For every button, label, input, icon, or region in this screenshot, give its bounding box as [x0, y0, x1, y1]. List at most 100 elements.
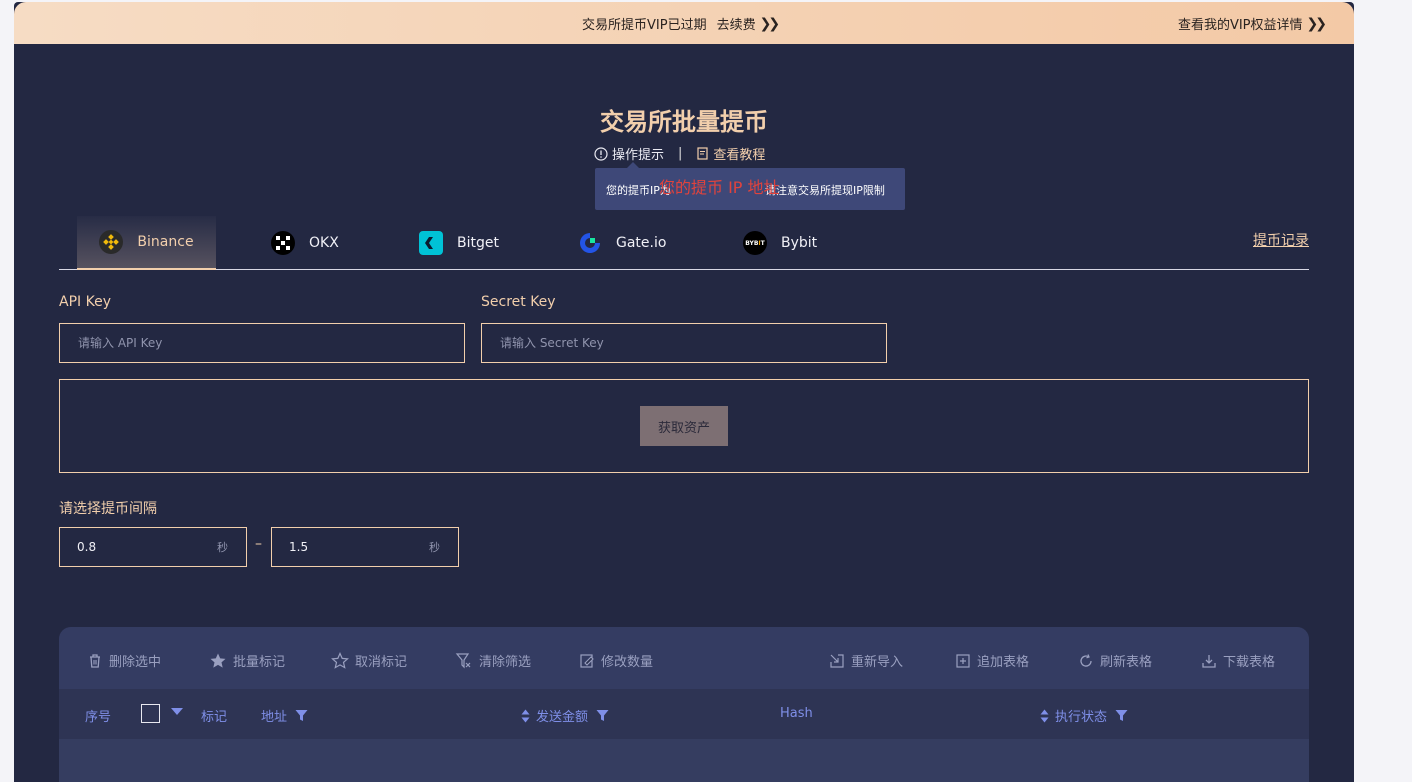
interval-max-value[interactable]: 1.5 [289, 540, 308, 554]
caret-down-icon[interactable] [170, 707, 184, 717]
tab-bitget[interactable]: Bitget [419, 216, 499, 270]
tab-binance-label[interactable]: Binance [137, 234, 193, 250]
unmark-label[interactable]: 取消标记 [355, 651, 407, 670]
header-index: 序号 [85, 710, 112, 725]
secret-key-label: Secret Key [481, 294, 556, 310]
withdraw-table: 删除选中 批量标记 取消标记 清除筛选 修改数量 重新导入 追加表格 刷新表格 … [59, 627, 1309, 782]
header-address-label: 地址 [261, 710, 288, 725]
tab-okx-label[interactable]: OKX [309, 235, 339, 251]
bitget-icon [419, 231, 443, 255]
binance-icon [99, 230, 124, 254]
asset-panel: 获取资产 [59, 379, 1309, 473]
delete-selected-button[interactable]: 删除选中 [87, 651, 161, 670]
header-address: 地址 [261, 706, 308, 725]
renew-link[interactable]: 去续费 ❯❯ [717, 14, 781, 34]
filter-clear-icon [455, 652, 471, 668]
download-table-label[interactable]: 下载表格 [1223, 651, 1275, 670]
sort-icon[interactable] [1040, 709, 1049, 723]
api-key-label: API Key [59, 294, 111, 310]
header-amount: 发送金额 [521, 706, 609, 725]
operation-hint-label[interactable]: 操作提示 [612, 144, 664, 163]
vip-banner: 交易所提币VIP已过期 去续费 ❯❯ 查看我的VIP权益详情 ❯❯ [14, 2, 1354, 44]
table-header: 序号 标记 地址 发送金额 Hash 执行状态 [59, 689, 1309, 739]
star-filled-icon [210, 653, 226, 668]
interval-label: 请选择提币间隔 [59, 501, 157, 517]
batch-mark-label[interactable]: 批量标记 [233, 651, 285, 670]
vip-expired-notice: 交易所提币VIP已过期 去续费 ❯❯ [582, 14, 781, 34]
tab-bitget-label[interactable]: Bitget [457, 235, 499, 251]
tab-bybit[interactable]: BYB I T Bybit [743, 216, 817, 270]
vip-rights-label[interactable]: 查看我的VIP权益详情 [1178, 14, 1303, 33]
bybit-icon: BYB I T [743, 231, 767, 255]
exchange-tabs: Binance OKX Bitget Gate.io BYB I T Bybit 提… [59, 216, 1309, 270]
refresh-table-label[interactable]: 刷新表格 [1100, 651, 1152, 670]
filter-icon[interactable] [1115, 709, 1128, 722]
star-outline-icon [331, 651, 349, 669]
append-table-button[interactable]: 追加表格 [955, 651, 1029, 670]
header-status: 执行状态 [1040, 706, 1128, 725]
header-mark: 标记 [201, 710, 228, 725]
add-square-icon [956, 653, 970, 668]
import-icon [830, 653, 844, 668]
sub-links: 操作提示 | 查看教程 [594, 144, 765, 163]
modify-amount-button[interactable]: 修改数量 [579, 651, 653, 670]
table-toolbar: 删除选中 批量标记 取消标记 清除筛选 修改数量 重新导入 追加表格 刷新表格 … [59, 627, 1309, 689]
modify-amount-label[interactable]: 修改数量 [601, 651, 653, 670]
sort-icon[interactable] [521, 709, 530, 723]
batch-mark-button[interactable]: 批量标记 [209, 651, 285, 670]
header-hash: Hash [780, 706, 813, 721]
interval-max-unit: 秒 [429, 541, 440, 554]
interval-min-input[interactable]: 0.8 秒 [59, 527, 247, 567]
edit-icon [580, 653, 594, 668]
app-window: 交易所提币VIP已过期 去续费 ❯❯ 查看我的VIP权益详情 ❯❯ 交易所批量提… [14, 2, 1354, 782]
renew-link-label[interactable]: 去续费 [717, 14, 756, 33]
page-title: 交易所批量提币 [600, 108, 768, 136]
withdraw-record-link[interactable]: 提币记录 [1253, 230, 1309, 250]
interval-max-input[interactable]: 1.5 秒 [271, 527, 459, 567]
unmark-button[interactable]: 取消标记 [331, 651, 407, 670]
tab-okx[interactable]: OKX [271, 216, 339, 270]
tutorial-label[interactable]: 查看教程 [713, 144, 765, 163]
tutorial-link[interactable]: 查看教程 [696, 144, 765, 163]
divider: | [678, 146, 683, 161]
document-icon [697, 147, 709, 160]
refresh-table-button[interactable]: 刷新表格 [1078, 651, 1152, 670]
download-table-button[interactable]: 下载表格 [1201, 651, 1275, 670]
refresh-icon [1080, 653, 1092, 667]
delete-selected-label[interactable]: 删除选中 [109, 651, 161, 670]
clear-filter-button[interactable]: 清除筛选 [455, 651, 531, 670]
vip-expired-text: 交易所提币VIP已过期 [582, 18, 707, 33]
info-icon [594, 146, 608, 161]
interval-dash: – [255, 536, 262, 552]
reimport-button[interactable]: 重新导入 [829, 651, 903, 670]
select-all-checkbox[interactable] [141, 704, 160, 723]
interval-min-value[interactable]: 0.8 [77, 540, 96, 554]
tab-bybit-label[interactable]: Bybit [781, 235, 817, 251]
clear-filter-label[interactable]: 清除筛选 [479, 651, 531, 670]
vip-rights-link[interactable]: 查看我的VIP权益详情 ❯❯ [1178, 14, 1328, 34]
filter-icon[interactable] [596, 709, 609, 722]
trash-icon [90, 653, 100, 668]
filter-icon[interactable] [295, 709, 308, 722]
operation-hint-link[interactable]: 操作提示 [594, 144, 664, 163]
get-assets-button[interactable]: 获取资产 [640, 406, 728, 446]
header-amount-label: 发送金额 [536, 710, 589, 725]
append-table-label[interactable]: 追加表格 [977, 651, 1029, 670]
gateio-icon [578, 231, 602, 255]
api-key-input[interactable] [59, 323, 465, 363]
tooltip-ip-overlay: 您的提币 IP 地址 [659, 178, 780, 197]
tab-binance[interactable]: Binance [77, 216, 216, 270]
tooltip-limit-text: 请注意交易所提现IP限制 [765, 184, 885, 197]
tab-gateio-label[interactable]: Gate.io [616, 235, 666, 251]
ip-tooltip: 您的提币IP为 请注意交易所提现IP限制 您的提币 IP 地址 [595, 162, 905, 210]
tab-gateio[interactable]: Gate.io [578, 216, 666, 270]
reimport-label[interactable]: 重新导入 [851, 651, 903, 670]
secret-key-input[interactable] [481, 323, 887, 363]
double-chevron-right-icon: ❯❯ [759, 15, 781, 32]
okx-icon [271, 231, 295, 255]
double-chevron-right-icon: ❯❯ [1306, 15, 1328, 32]
download-icon [1202, 654, 1216, 668]
header-status-label: 执行状态 [1055, 710, 1108, 725]
interval-min-unit: 秒 [217, 541, 228, 554]
table-body [59, 739, 1309, 782]
